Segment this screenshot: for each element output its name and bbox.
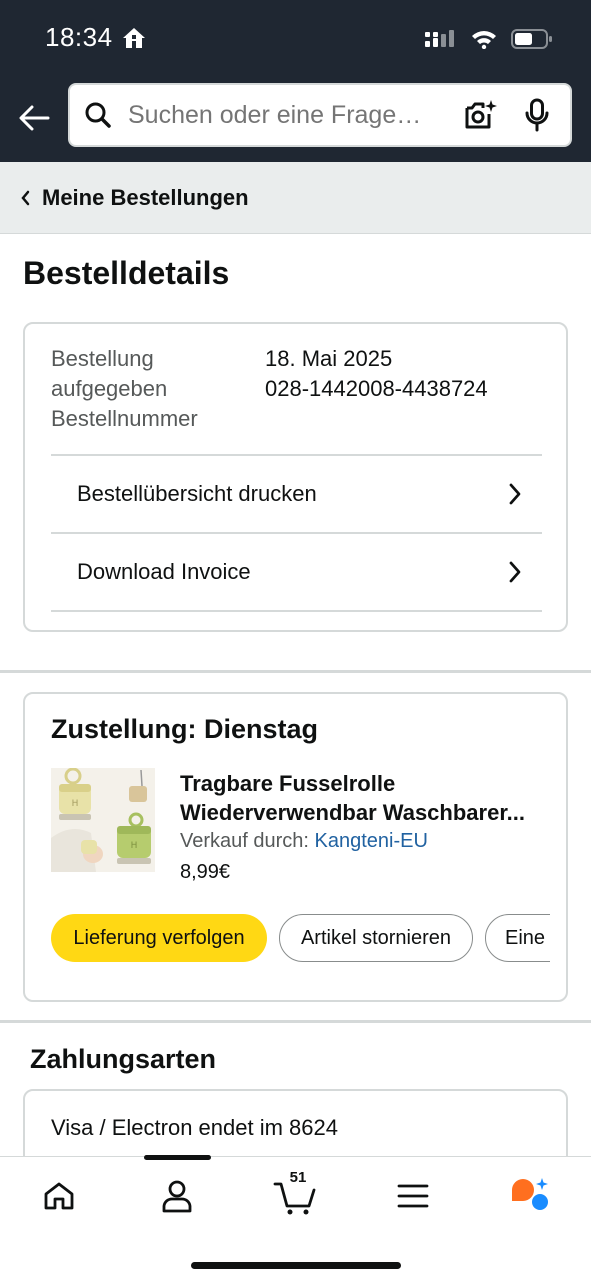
search-input[interactable] — [128, 100, 460, 130]
status-icons — [425, 28, 553, 55]
delivery-card: Zustellung: Dienstag H H Tragbare Fussel… — [23, 692, 568, 1002]
bottom-nav: 51 — [0, 1155, 591, 1280]
status-time: 18:34 — [45, 22, 113, 52]
microphone-icon[interactable] — [522, 95, 552, 135]
page-title: Bestelldetails — [23, 255, 230, 291]
account-icon[interactable] — [152, 1171, 202, 1221]
svg-text:H: H — [72, 799, 79, 809]
order-number-label: Bestellnummer — [51, 406, 198, 431]
divider — [51, 610, 542, 612]
product-title[interactable]: Tragbare Fusselrolle Wiederverwendbar Wa… — [180, 769, 550, 827]
signal-icon — [425, 29, 457, 54]
home-icon[interactable] — [34, 1171, 84, 1221]
print-summary-label: Bestellübersicht drucken — [77, 481, 317, 506]
chevron-right-icon — [508, 482, 522, 511]
section-divider — [0, 1020, 591, 1023]
home-status-icon — [121, 26, 147, 55]
seller-prefix: Verkauf durch: — [180, 830, 309, 852]
payment-method: Visa / Electron endet im 8624 — [51, 1115, 338, 1140]
action-buttons: Lieferung verfolgen Artikel stornieren E… — [51, 914, 550, 966]
download-invoice-link[interactable]: Download Invoice — [51, 532, 542, 610]
placed-label-line2: aufgegeben — [51, 376, 168, 401]
top-header: 18:34 — [0, 0, 591, 162]
cancel-item-button[interactable]: Artikel stornieren — [279, 914, 473, 962]
payment-title: Zahlungsarten — [30, 1044, 217, 1074]
wifi-icon — [471, 29, 497, 54]
product-title-line2: Wiederverwendbar Waschbarer... — [180, 800, 526, 825]
placed-label-line1: Bestellung — [51, 346, 154, 371]
order-number: 028-1442008-4438724 — [265, 376, 488, 401]
svg-text:H: H — [131, 841, 138, 851]
breadcrumb[interactable]: Meine Bestellungen — [0, 162, 591, 234]
order-date: 18. Mai 2025 — [265, 346, 393, 371]
search-bar[interactable] — [68, 83, 572, 147]
chevron-right-icon — [508, 560, 522, 589]
print-summary-link[interactable]: Bestellübersicht drucken — [51, 454, 542, 532]
search-icon — [84, 100, 114, 130]
active-tab-indicator — [144, 1155, 211, 1160]
product-price: 8,99€ — [180, 861, 231, 883]
seller-link[interactable]: Kangteni-EU — [315, 830, 428, 852]
rufus-assistant-icon[interactable] — [506, 1171, 556, 1221]
cart-icon[interactable]: 51 — [270, 1169, 320, 1221]
order-info-labels: Bestellung aufgegeben Bestellnummer — [51, 344, 198, 434]
order-info-card: Bestellung aufgegeben Bestellnummer 18. … — [23, 322, 568, 632]
download-invoice-label: Download Invoice — [77, 559, 251, 584]
battery-icon — [511, 28, 553, 55]
camera-search-icon[interactable] — [460, 95, 500, 135]
seller-info: Verkauf durch: Kangteni-EU — [180, 830, 428, 853]
home-indicator — [191, 1262, 401, 1269]
back-arrow-icon[interactable] — [16, 100, 52, 136]
more-action-button[interactable]: Eine — [485, 914, 550, 962]
cart-count: 51 — [289, 1169, 307, 1186]
menu-icon[interactable] — [388, 1171, 438, 1221]
product-title-line1: Tragbare Fusselrolle — [180, 771, 396, 796]
delivery-title: Zustellung: Dienstag — [51, 714, 319, 744]
product-image[interactable]: H H — [51, 767, 155, 872]
breadcrumb-label: Meine Bestellungen — [42, 184, 249, 210]
section-divider — [0, 670, 591, 673]
order-info-values: 18. Mai 2025 028-1442008-4438724 — [265, 344, 488, 404]
track-delivery-button[interactable]: Lieferung verfolgen — [51, 914, 267, 962]
chevron-left-icon — [20, 190, 34, 206]
